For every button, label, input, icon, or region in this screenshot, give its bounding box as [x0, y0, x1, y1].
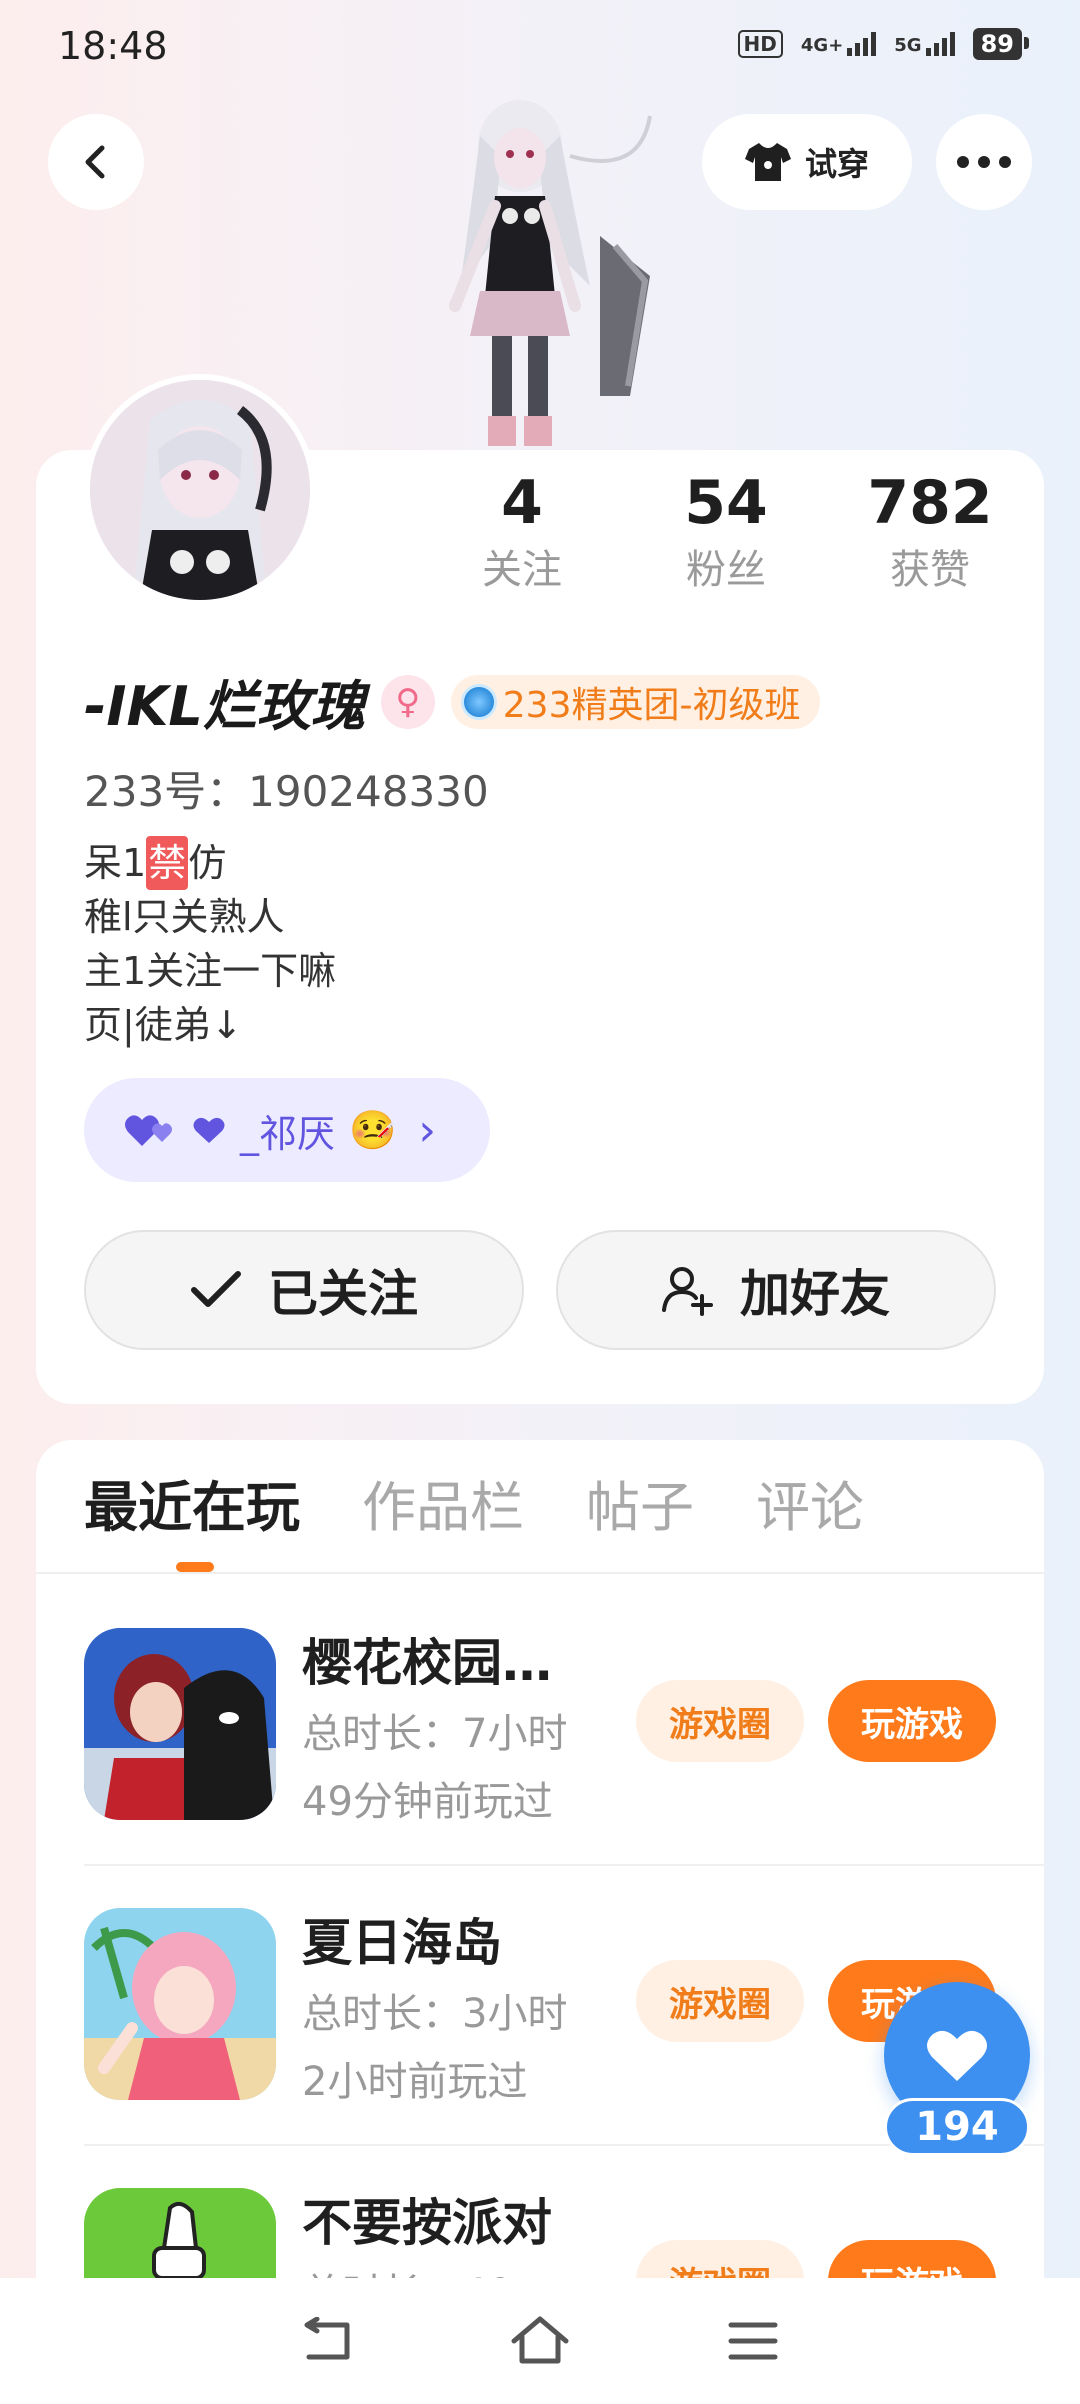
username-row: -IKL烂玫瑰 ♀ 233精英团-初级班: [84, 662, 821, 741]
back-arrow-icon: [304, 2317, 350, 2360]
play-game-button[interactable]: 玩游戏: [828, 1680, 996, 1762]
nav-home-button[interactable]: [500, 2301, 580, 2381]
friend-tag[interactable]: _祁厌 🤒 ›: [84, 1078, 490, 1182]
game-circle-button[interactable]: 游戏圈: [636, 1680, 804, 1762]
checkmark-icon: [191, 1271, 241, 1307]
list-item[interactable]: 樱花校园… 总时长：7小时 49分钟前玩过 游戏圈 玩游戏: [84, 1628, 1044, 1908]
stat-following[interactable]: 4 关注: [432, 468, 612, 598]
game-last-played: 49分钟前玩过: [302, 1779, 553, 1825]
add-friend-label: 加好友: [740, 1265, 890, 1323]
game-circle-button[interactable]: 游戏圈: [636, 2240, 804, 2278]
followed-label: 已关注: [268, 1265, 418, 1323]
stat-followers-value: 54: [684, 468, 768, 538]
game-duration: 总时长：3小时: [302, 1991, 568, 2037]
stat-followers[interactable]: 54 粉丝: [636, 468, 816, 598]
stat-likes-value: 782: [867, 468, 993, 538]
nav-back-button[interactable]: [287, 2301, 367, 2381]
username: -IKL烂玫瑰: [84, 675, 365, 738]
row-divider: [84, 1864, 1044, 1866]
sick-face-emoji: 🤒: [349, 1107, 397, 1152]
avatar[interactable]: [84, 374, 316, 606]
double-heart-icon: [125, 1115, 172, 1146]
home-icon: [511, 2316, 569, 2364]
avatar-3d-figure: [449, 100, 652, 446]
bio-line-4: 页|徒弟↓: [84, 1003, 243, 1047]
active-tab-indicator: [176, 1562, 214, 1572]
back-button[interactable]: [48, 114, 144, 210]
stat-following-label: 关注: [482, 547, 562, 593]
game-duration: 总时长：7小时: [302, 1711, 568, 1757]
try-on-label: 试穿: [804, 145, 869, 183]
tshirt-icon: [744, 143, 791, 181]
tab-works[interactable]: 作品栏: [362, 1468, 524, 1548]
rank-badge[interactable]: 233精英团-初级班: [450, 674, 821, 729]
tab-recently-played[interactable]: 最近在玩: [84, 1468, 300, 1548]
game-title: 不要按派对: [302, 2194, 552, 2252]
game-title: 樱花校园…: [302, 1634, 552, 1692]
game-icon-sakura: [84, 1628, 276, 1820]
try-on-button[interactable]: 试穿: [702, 114, 912, 210]
signal-5g-icon: 5G: [894, 32, 955, 56]
bio-line-1: 呆1禁仿: [84, 836, 336, 890]
more-dots-icon: [957, 156, 1011, 168]
chevron-right-icon: ›: [418, 1104, 436, 1156]
female-icon: ♀: [380, 674, 435, 729]
profile-tabs: 最近在玩 作品栏 帖子 评论: [84, 1468, 864, 1548]
heart-icon: [927, 2030, 987, 2081]
signal-4g-icon: 4G+: [801, 32, 877, 56]
system-nav-bar: [0, 2278, 1080, 2404]
list-item[interactable]: 不要按派对 总时长：40 游戏圈 玩游戏: [84, 2188, 1044, 2278]
rank-medal-icon: [460, 683, 497, 720]
stat-likes[interactable]: 782 获赞: [840, 468, 1020, 598]
stat-likes-label: 获赞: [890, 547, 970, 593]
bio-line-3: 主1关注一下嘛: [84, 949, 337, 993]
add-friend-button[interactable]: 加好友: [556, 1230, 996, 1350]
game-last-played: 2小时前玩过: [302, 2059, 528, 2105]
tab-comments[interactable]: 评论: [756, 1468, 864, 1548]
status-icons: HD 4G+ 5G 89: [737, 28, 1030, 60]
tab-divider: [36, 1572, 1044, 1574]
nav-menu-button[interactable]: [713, 2301, 793, 2381]
tab-posts[interactable]: 帖子: [586, 1468, 694, 1548]
add-user-icon: [662, 1267, 713, 1316]
menu-icon: [728, 2322, 778, 2360]
hd-indicator: HD: [737, 30, 783, 58]
heart-icon: [193, 1117, 225, 1143]
game-duration: 总时长：40: [302, 2266, 513, 2278]
game-title: 夏日海岛: [302, 1914, 502, 1972]
rank-badge-label: 233精英团-初级班: [502, 684, 801, 726]
game-icon-dont-press-party: [84, 2188, 276, 2278]
like-count: 194: [884, 2098, 1030, 2156]
status-bar: 18:48 HD 4G+ 5G 89: [0, 0, 1080, 96]
play-game-button[interactable]: 玩游戏: [828, 2240, 996, 2278]
avatar-image: [90, 380, 310, 600]
ban-emoji: 禁: [146, 836, 189, 890]
followed-button[interactable]: 已关注: [84, 1230, 524, 1350]
stat-following-value: 4: [501, 468, 543, 538]
stat-followers-label: 粉丝: [686, 547, 766, 593]
game-icon-summer-island: [84, 1908, 276, 2100]
chevron-left-icon: [85, 145, 105, 179]
more-options-button[interactable]: [936, 114, 1032, 210]
user-id: 233号：190248330: [84, 767, 489, 816]
battery-icon: 89: [972, 28, 1030, 60]
bio-line-2: 稚l只关熟人: [84, 895, 285, 939]
status-time: 18:48: [58, 24, 168, 68]
bio: 呆1禁仿 稚l只关熟人 主1关注一下嘛 页|徒弟↓: [84, 836, 336, 1052]
game-circle-button[interactable]: 游戏圈: [636, 1960, 804, 2042]
friend-tag-label: _祁厌: [240, 1111, 336, 1156]
